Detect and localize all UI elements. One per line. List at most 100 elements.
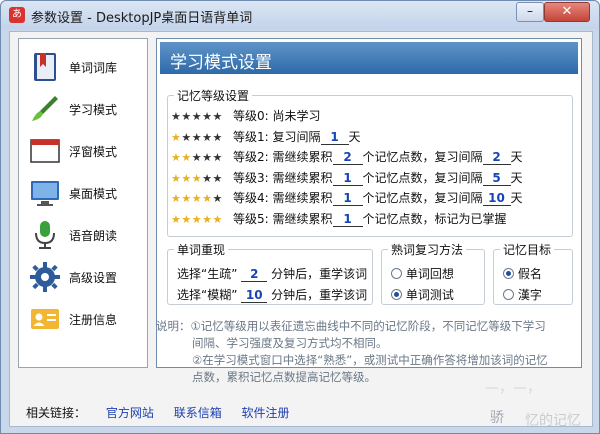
- sidebar-item-label: 单词词库: [69, 61, 118, 75]
- star-rating: ★★★★★: [171, 151, 233, 164]
- radio-target-kana[interactable]: 假名: [503, 265, 542, 283]
- bookmark-book-icon: [34, 53, 56, 81]
- monitor-icon: [31, 181, 59, 206]
- star-empty-icon: ★: [212, 110, 223, 123]
- level-text: 天: [510, 170, 523, 185]
- memory-level-row: ★★★★★ 等级4: 需继续累积 1 个记忆点数，复习间隔 10 天: [171, 189, 523, 207]
- official-site-link[interactable]: 官方网站: [106, 406, 154, 420]
- radio-button[interactable]: [391, 289, 402, 300]
- star-filled-icon: ★: [171, 151, 182, 164]
- level-text: 个记忆点数，复习间隔: [362, 150, 483, 164]
- sidebar-item-desktop-mode[interactable]: 桌面模式: [19, 173, 147, 213]
- window-icon: [30, 139, 60, 163]
- window-title: 参数设置 - DesktopJP桌面日语背单词: [31, 11, 253, 26]
- level-text: 个记忆点数，复习间隔: [362, 170, 483, 185]
- contact-email-link[interactable]: 联系信箱: [174, 406, 222, 420]
- star-filled-icon: ★: [171, 192, 182, 205]
- star-filled-icon: ★: [202, 192, 213, 205]
- sidebar-item-study-mode[interactable]: 学习模式: [19, 89, 147, 129]
- level-value-input[interactable]: 1: [332, 191, 363, 206]
- id-card-icon: [31, 309, 59, 329]
- watermark-dashes: —，—，: [485, 380, 541, 396]
- radio-button[interactable]: [391, 268, 402, 279]
- sidebar-item-label: 学习模式: [69, 103, 118, 117]
- star-empty-icon: ★: [171, 110, 182, 123]
- gear-icon: [30, 262, 60, 292]
- level-text: 个记忆点数，标记为已掌握: [362, 211, 507, 226]
- memory-level-row: ★★★★★ 等级0: 尚未学习: [171, 107, 321, 125]
- sidebar: 单词词库 学习模式 浮窗模式 桌面模式 语音朗读 高级设置 注册信息: [18, 38, 148, 368]
- settings-window: あ 参数设置 - DesktopJP桌面日语背单词 – ✕ 单词词库 学习模式: [0, 0, 600, 434]
- interval-days-input[interactable]: 2: [482, 150, 511, 165]
- memory-level-legend: 记忆等级设置: [177, 89, 250, 103]
- sidebar-item-registration[interactable]: 注册信息: [19, 299, 147, 339]
- level-value-input[interactable]: 2: [332, 150, 363, 165]
- star-empty-icon: ★: [191, 110, 203, 123]
- radio-label: 漢字: [517, 288, 542, 302]
- interval-days-input[interactable]: 10: [482, 191, 511, 206]
- level-text: 个记忆点数，复习间隔: [362, 191, 483, 205]
- sidebar-item-advanced[interactable]: 高级设置: [19, 257, 147, 297]
- level-value-input[interactable]: 1: [320, 130, 349, 145]
- star-filled-icon: ★: [212, 212, 223, 226]
- minutes-input[interactable]: 10: [241, 288, 268, 303]
- star-filled-icon: ★: [191, 192, 203, 205]
- radio-review-test[interactable]: 单词测试: [391, 286, 454, 304]
- star-empty-icon: ★: [212, 171, 223, 185]
- radio-label: 单词测试: [405, 288, 454, 302]
- sidebar-item-label: 高级设置: [69, 271, 118, 285]
- note-line: 间隔、学习强度及复习方式均不相同。: [192, 336, 388, 350]
- star-rating: ★★★★★: [171, 213, 233, 226]
- star-empty-icon: ★: [181, 110, 192, 123]
- memory-level-row: ★★★★★ 等级1: 复习间隔 1 天: [171, 128, 361, 146]
- star-filled-icon: ★: [171, 171, 182, 185]
- level-label: 等级3: 需继续累积: [233, 170, 333, 185]
- star-filled-icon: ★: [171, 212, 182, 226]
- close-button[interactable]: ✕: [544, 2, 590, 22]
- sidebar-item-float-mode[interactable]: 浮窗模式: [19, 131, 147, 171]
- panel-title: 学习模式设置: [170, 53, 272, 73]
- reappear-label: 选择“模糊”: [177, 288, 238, 302]
- watermark-text: 忆的记忆: [525, 413, 581, 429]
- panel-header: 学习模式设置: [160, 42, 578, 74]
- level-value-input[interactable]: 1: [332, 212, 363, 227]
- microphone-icon: [35, 221, 55, 249]
- note-line: 说明：①记忆等级用以表征遗忘曲线中不同的记忆阶段，不同记忆等级下学习: [156, 319, 546, 333]
- radio-button[interactable]: [503, 268, 514, 279]
- title-bar[interactable]: あ 参数设置 - DesktopJP桌面日语背单词 – ✕: [1, 1, 599, 29]
- star-rating: ★★★★★: [171, 131, 233, 144]
- radio-review-recall[interactable]: 单词回想: [391, 265, 454, 283]
- star-rating: ★★★★★: [171, 110, 233, 123]
- level-text: 天: [510, 191, 523, 205]
- level-label: 等级1: 复习间隔: [233, 129, 321, 144]
- memory-target-legend: 记忆目标: [503, 243, 552, 257]
- minutes-input[interactable]: 2: [241, 267, 268, 282]
- sidebar-item-label: 桌面模式: [69, 187, 118, 201]
- star-empty-icon: ★: [191, 151, 203, 164]
- radio-target-kanji[interactable]: 漢字: [503, 286, 542, 304]
- star-empty-icon: ★: [181, 130, 192, 144]
- review-method-legend: 熟词复习方法: [391, 243, 464, 257]
- star-empty-icon: ★: [191, 130, 203, 144]
- level-label: 等级0: 尚未学习: [233, 109, 321, 123]
- star-filled-icon: ★: [191, 212, 203, 226]
- reappear-legend: 单词重现: [177, 243, 226, 257]
- interval-days-input[interactable]: 5: [482, 171, 511, 186]
- radio-button[interactable]: [503, 289, 514, 300]
- level-label: 等级5: 需继续累积: [233, 211, 333, 226]
- star-empty-icon: ★: [202, 151, 213, 164]
- reappear-label: 选择“生疏”: [177, 267, 238, 281]
- memory-level-row: ★★★★★ 等级2: 需继续累积 2 个记忆点数，复习间隔 2 天: [171, 148, 523, 166]
- client-area: 单词词库 学习模式 浮窗模式 桌面模式 语音朗读 高级设置 注册信息 学习模式设…: [9, 31, 593, 429]
- star-empty-icon: ★: [202, 130, 213, 144]
- footer-links: 相关链接： 官方网站 联系信箱 软件注册: [26, 404, 306, 421]
- sidebar-item-label: 浮窗模式: [69, 145, 118, 159]
- minimize-button[interactable]: –: [516, 2, 544, 22]
- footer-label: 相关链接：: [26, 406, 87, 420]
- sidebar-item-vocabulary[interactable]: 单词词库: [19, 47, 147, 87]
- software-register-link[interactable]: 软件注册: [242, 406, 290, 420]
- level-value-input[interactable]: 1: [332, 171, 363, 186]
- sidebar-item-voice[interactable]: 语音朗读: [19, 215, 147, 255]
- reappear-row-vague: 选择“模糊” 10 分钟后，重学该词: [177, 286, 367, 304]
- star-filled-icon: ★: [181, 192, 192, 205]
